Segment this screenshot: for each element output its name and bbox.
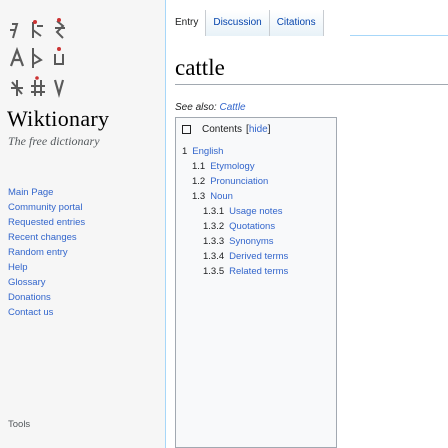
toc-item-number: 1.1 (192, 161, 206, 172)
tab-citations[interactable]: Citations (269, 10, 324, 36)
toc-item-quotations[interactable]: 1.3.2 Quotations (176, 219, 336, 234)
toc-item-etymology[interactable]: 1.1 Etymology (176, 159, 336, 174)
toc-toggle-checkbox[interactable] (182, 125, 191, 134)
toc-title: Contents (202, 124, 243, 135)
toc-item-number: 1.3.3 (203, 236, 225, 247)
site-tagline: The free dictionary (8, 134, 100, 148)
toc-header: Contents [hide] (182, 124, 271, 135)
toc-item-number: 1.2 (192, 176, 206, 187)
page-title: cattle (175, 55, 225, 80)
see-also-link[interactable]: Cattle (219, 102, 245, 113)
toc-item-text: Derived terms (229, 251, 289, 262)
tab-entry[interactable]: Entry (168, 10, 207, 36)
logo-tiles-icon (9, 18, 65, 99)
toc-item-text: English (192, 146, 224, 157)
sidebar-item-main-page[interactable]: Main Page (8, 185, 108, 200)
tab-discussion[interactable]: Discussion (206, 10, 270, 36)
toc-item-number: 1.3.4 (203, 251, 225, 262)
toc-hide-close-bracket: ] (267, 124, 271, 135)
see-also-prefix: See also: (175, 102, 220, 113)
table-of-contents: Contents [hide] 1 English 1.1 Etymology 1.… (175, 117, 337, 448)
toc-item-number: 1.3.2 (203, 221, 225, 232)
sidebar-item-random-entry[interactable]: Random entry (8, 245, 108, 260)
toc-item-derived-terms[interactable]: 1.3.4 Derived terms (176, 249, 336, 264)
toc-list: 1 English 1.1 Etymology 1.2 Pronunciation 1… (176, 144, 336, 279)
toc-item-text: Etymology (210, 161, 255, 172)
toc-item-english[interactable]: 1 English (176, 144, 336, 159)
sidebar-tools-heading[interactable]: Tools (8, 419, 30, 430)
sidebar-item-contact-us[interactable]: Contact us (8, 305, 108, 320)
toc-item-text: Usage notes (229, 206, 283, 217)
toc-item-number: 1.3.5 (203, 266, 225, 277)
toc-item-related-terms[interactable]: 1.3.5 Related terms (176, 264, 336, 279)
wiktionary-logo[interactable]: Wiktionary The free dictionary (7, 16, 157, 176)
toc-item-pronunciation[interactable]: 1.2 Pronunciation (176, 174, 336, 189)
sidebar-item-donations[interactable]: Donations (8, 290, 108, 305)
toc-item-number: 1.3.1 (203, 206, 225, 217)
toc-hide-control: [hide] (246, 124, 270, 135)
sidebar-item-glossary[interactable]: Glossary (8, 275, 108, 290)
toc-item-text: Noun (210, 191, 233, 202)
sidebar-item-recent-changes[interactable]: Recent changes (8, 230, 108, 245)
tabs-divider (350, 35, 448, 36)
toc-item-text: Synonyms (229, 236, 274, 247)
site-wordmark: Wiktionary (7, 106, 110, 131)
toc-item-text: Quotations (229, 221, 276, 232)
toc-item-number: 1.3 (192, 191, 206, 202)
toc-hide-link[interactable]: hide (249, 124, 268, 135)
toc-item-number: 1 (182, 146, 188, 157)
toc-item-usage-notes[interactable]: 1.3.1 Usage notes (176, 204, 336, 219)
title-divider (175, 84, 448, 85)
sidebar-nav: Main Page Community portal Requested ent… (8, 185, 108, 430)
toc-item-text: Related terms (229, 266, 289, 277)
see-also-note: See also: Cattle (175, 102, 246, 113)
toc-item-noun[interactable]: 1.3 Noun (176, 189, 336, 204)
sidebar-item-help[interactable]: Help (8, 260, 108, 275)
sidebar-item-community-portal[interactable]: Community portal (8, 200, 108, 215)
namespace-tabs: Entry Discussion Citations (168, 10, 324, 36)
toc-item-synonyms[interactable]: 1.3.3 Synonyms (176, 234, 336, 249)
sidebar-item-requested-entries[interactable]: Requested entries (8, 215, 108, 230)
toc-item-text: Pronunciation (210, 176, 269, 187)
